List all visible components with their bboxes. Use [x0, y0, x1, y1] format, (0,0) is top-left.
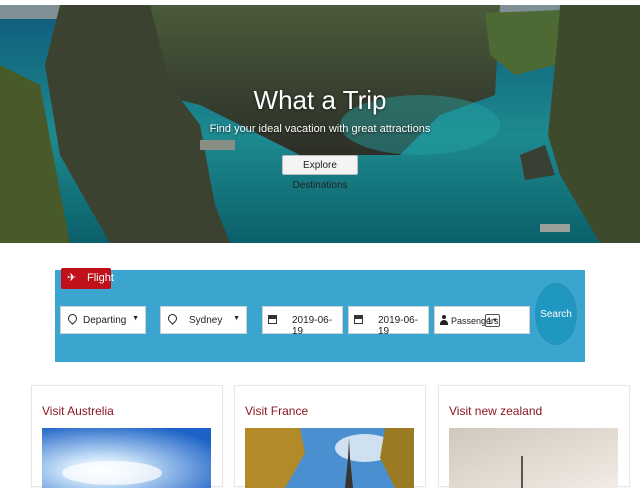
calendar-icon [268, 315, 277, 327]
departure-select[interactable]: Departing ▼ [60, 306, 146, 334]
return-date-input[interactable]: 2019-06-19 [348, 306, 429, 337]
map-pin-icon [66, 312, 79, 326]
map-pin-icon [166, 312, 179, 326]
card-image[interactable] [42, 428, 211, 488]
card-title[interactable]: Visit France [245, 404, 308, 418]
airplane-icon: ✈ [67, 272, 77, 284]
hero-subtitle: Find your ideal vacation with great attr… [209, 123, 431, 135]
departure-value: Departing [83, 315, 127, 326]
card-image[interactable] [245, 428, 414, 488]
chevron-down-icon: ▼ [233, 315, 240, 322]
card-image[interactable] [449, 428, 618, 488]
passengers-select[interactable]: 1 ▼ [485, 314, 500, 327]
explore-destinations-button[interactable]: Explore Destinations [282, 155, 358, 191]
depart-date-value: 2019-06-19 [292, 315, 333, 337]
depart-date-input[interactable]: 2019-06-19 [262, 306, 343, 337]
card-title[interactable]: Visit Austrelia [42, 404, 114, 418]
destination-select[interactable]: Sydney ▼ [160, 306, 247, 334]
return-date-value: 2019-06-19 [378, 315, 419, 337]
tab-flight[interactable]: ✈ Flight [61, 268, 114, 289]
calendar-icon [354, 315, 363, 327]
search-button[interactable]: Search [535, 283, 577, 345]
tab-flight-label: Flight [87, 272, 114, 284]
hero-banner: What a Trip Find your ideal vacation wit… [0, 5, 640, 243]
chevron-down-icon: ▼ [492, 318, 498, 324]
destination-card-australia[interactable]: Visit Austrelia [31, 385, 223, 488]
chevron-down-icon: ▼ [132, 315, 139, 322]
user-icon [440, 315, 448, 328]
destination-card-france[interactable]: Visit France [234, 385, 426, 488]
destination-value: Sydney [189, 315, 223, 326]
hero-title: What a Trip [253, 85, 387, 115]
destination-card-new-zealand[interactable]: Visit new zealand [438, 385, 630, 488]
card-title[interactable]: Visit new zealand [449, 404, 542, 418]
passengers-field: Passengers 1 ▼ [434, 306, 530, 334]
